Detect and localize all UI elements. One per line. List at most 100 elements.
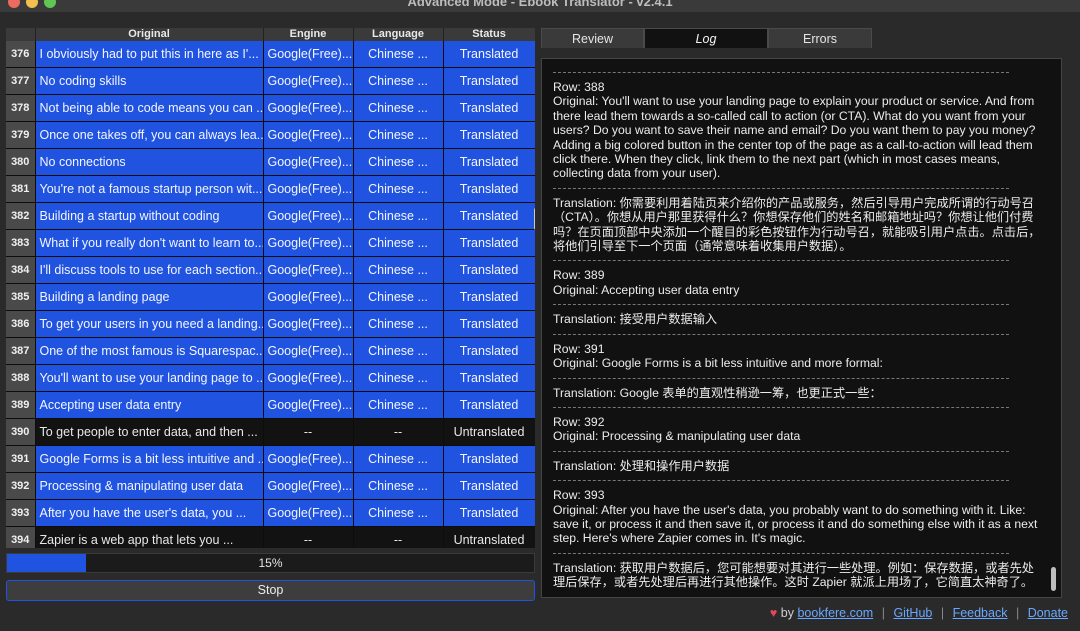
row-number[interactable]: 377 bbox=[6, 67, 36, 95]
cell-language[interactable]: Chinese ... bbox=[353, 94, 444, 122]
row-number[interactable]: 385 bbox=[6, 283, 36, 311]
cell-status[interactable]: Translated bbox=[443, 445, 535, 473]
cell-original[interactable]: To get your users in you need a landing.… bbox=[35, 310, 264, 338]
cell-language[interactable]: Chinese ... bbox=[353, 202, 444, 230]
cell-language[interactable]: Chinese ... bbox=[353, 175, 444, 203]
row-number[interactable]: 376 bbox=[6, 41, 36, 68]
cell-engine[interactable]: Google(Free)... bbox=[263, 256, 354, 284]
cell-language[interactable]: Chinese ... bbox=[353, 472, 444, 500]
column-header-original[interactable]: Original bbox=[35, 28, 264, 41]
cell-original[interactable]: Google Forms is a bit less intuitive and… bbox=[35, 445, 264, 473]
footer-link-donate[interactable]: Donate bbox=[1028, 606, 1068, 620]
cell-engine[interactable]: Google(Free)... bbox=[263, 445, 354, 473]
cell-engine[interactable]: Google(Free)... bbox=[263, 229, 354, 257]
table-row[interactable]: 391 Google Forms is a bit less intuitive … bbox=[6, 445, 535, 473]
table-row[interactable]: 383 What if you really don't want to lear… bbox=[6, 229, 535, 257]
footer-link-bookfere[interactable]: bookfere.com bbox=[797, 606, 873, 620]
cell-language[interactable]: Chinese ... bbox=[353, 445, 444, 473]
cell-language[interactable]: Chinese ... bbox=[353, 41, 444, 68]
row-number[interactable]: 394 bbox=[6, 526, 36, 548]
cell-status[interactable]: Translated bbox=[443, 202, 535, 230]
cell-original[interactable]: I obviously had to put this in here as I… bbox=[35, 41, 264, 68]
table-row[interactable]: 387 One of the most famous is Squarespac.… bbox=[6, 337, 535, 365]
tab-log[interactable]: Log bbox=[644, 28, 768, 48]
cell-original[interactable]: Building a startup without coding bbox=[35, 202, 264, 230]
row-number[interactable]: 386 bbox=[6, 310, 36, 338]
table-row[interactable]: 386 To get your users in you need a landi… bbox=[6, 310, 535, 338]
row-number[interactable]: 383 bbox=[6, 229, 36, 257]
cell-engine[interactable]: Google(Free)... bbox=[263, 175, 354, 203]
cell-status[interactable]: Translated bbox=[443, 337, 535, 365]
tab-errors[interactable]: Errors bbox=[768, 28, 872, 48]
footer-link-github[interactable]: GitHub bbox=[893, 606, 932, 620]
cell-original[interactable]: After you have the user's data, you ... bbox=[35, 499, 264, 527]
table-row[interactable]: 393 After you have the user's data, you .… bbox=[6, 499, 535, 527]
cell-engine[interactable]: Google(Free)... bbox=[263, 391, 354, 419]
cell-engine[interactable]: Google(Free)... bbox=[263, 202, 354, 230]
stop-button[interactable]: Stop bbox=[6, 580, 535, 601]
table-row[interactable]: 376 I obviously had to put this in here a… bbox=[6, 41, 535, 68]
column-header-engine[interactable]: Engine bbox=[263, 28, 354, 41]
cell-original[interactable]: What if you really don't want to learn t… bbox=[35, 229, 264, 257]
cell-language[interactable]: Chinese ... bbox=[353, 499, 444, 527]
cell-original[interactable]: I'll discuss tools to use for each secti… bbox=[35, 256, 264, 284]
row-number[interactable]: 393 bbox=[6, 499, 36, 527]
cell-original[interactable]: You're not a famous startup person wit..… bbox=[35, 175, 264, 203]
cell-status[interactable]: Translated bbox=[443, 364, 535, 392]
tab-review[interactable]: Review bbox=[541, 28, 644, 48]
cell-status[interactable]: Translated bbox=[443, 175, 535, 203]
log-scrollbar[interactable] bbox=[1051, 567, 1056, 591]
cell-status[interactable]: Translated bbox=[443, 391, 535, 419]
cell-language[interactable]: Chinese ... bbox=[353, 337, 444, 365]
paragraph-table[interactable]: Original Engine Language Status 376 I obv… bbox=[6, 28, 535, 548]
row-number[interactable]: 389 bbox=[6, 391, 36, 419]
cell-language[interactable]: Chinese ... bbox=[353, 148, 444, 176]
cell-original[interactable]: You'll want to use your landing page to … bbox=[35, 364, 264, 392]
cell-engine[interactable]: Google(Free)... bbox=[263, 283, 354, 311]
cell-engine[interactable]: Google(Free)... bbox=[263, 121, 354, 149]
table-row[interactable]: 388 You'll want to use your landing page … bbox=[6, 364, 535, 392]
cell-original[interactable]: Zapier is a web app that lets you ... bbox=[35, 526, 264, 548]
cell-language[interactable]: Chinese ... bbox=[353, 310, 444, 338]
row-number[interactable]: 391 bbox=[6, 445, 36, 473]
table-row[interactable]: 390 To get people to enter data, and then… bbox=[6, 418, 535, 446]
cell-engine[interactable]: Google(Free)... bbox=[263, 41, 354, 68]
cell-language[interactable]: -- bbox=[353, 418, 444, 446]
cell-status[interactable]: Translated bbox=[443, 67, 535, 95]
row-number[interactable]: 382 bbox=[6, 202, 36, 230]
table-row[interactable]: 378 Not being able to code means you can … bbox=[6, 94, 535, 122]
table-row[interactable]: 382 Building a startup without coding Goog… bbox=[6, 202, 535, 230]
cell-language[interactable]: -- bbox=[353, 526, 444, 548]
cell-engine[interactable]: Google(Free)... bbox=[263, 94, 354, 122]
cell-original[interactable]: Processing & manipulating user data bbox=[35, 472, 264, 500]
log-panel[interactable]: Row: 388 Original: You'll want to use you… bbox=[541, 58, 1062, 598]
cell-status[interactable]: Translated bbox=[443, 256, 535, 284]
cell-status[interactable]: Translated bbox=[443, 229, 535, 257]
cell-original[interactable]: Once one takes off, you can always lea..… bbox=[35, 121, 264, 149]
cell-engine[interactable]: Google(Free)... bbox=[263, 148, 354, 176]
cell-status[interactable]: Translated bbox=[443, 310, 535, 338]
row-number[interactable]: 387 bbox=[6, 337, 36, 365]
cell-engine[interactable]: Google(Free)... bbox=[263, 472, 354, 500]
cell-status[interactable]: Translated bbox=[443, 148, 535, 176]
table-row[interactable]: 389 Accepting user data entry Google(Free)… bbox=[6, 391, 535, 419]
cell-language[interactable]: Chinese ... bbox=[353, 364, 444, 392]
cell-status[interactable]: Translated bbox=[443, 283, 535, 311]
row-number[interactable]: 379 bbox=[6, 121, 36, 149]
cell-engine[interactable]: Google(Free)... bbox=[263, 337, 354, 365]
cell-status[interactable]: Translated bbox=[443, 121, 535, 149]
cell-status[interactable]: Untranslated bbox=[443, 526, 535, 548]
cell-engine[interactable]: Google(Free)... bbox=[263, 67, 354, 95]
cell-original[interactable]: Accepting user data entry bbox=[35, 391, 264, 419]
cell-language[interactable]: Chinese ... bbox=[353, 229, 444, 257]
row-number[interactable]: 390 bbox=[6, 418, 36, 446]
table-row[interactable]: 384 I'll discuss tools to use for each se… bbox=[6, 256, 535, 284]
table-row[interactable]: 379 Once one takes off, you can always le… bbox=[6, 121, 535, 149]
cell-status[interactable]: Untranslated bbox=[443, 418, 535, 446]
row-number[interactable]: 380 bbox=[6, 148, 36, 176]
cell-original[interactable]: One of the most famous is Squarespac... bbox=[35, 337, 264, 365]
row-number[interactable]: 381 bbox=[6, 175, 36, 203]
cell-language[interactable]: Chinese ... bbox=[353, 391, 444, 419]
table-row[interactable]: 394 Zapier is a web app that lets you ...… bbox=[6, 526, 535, 548]
row-number[interactable]: 384 bbox=[6, 256, 36, 284]
